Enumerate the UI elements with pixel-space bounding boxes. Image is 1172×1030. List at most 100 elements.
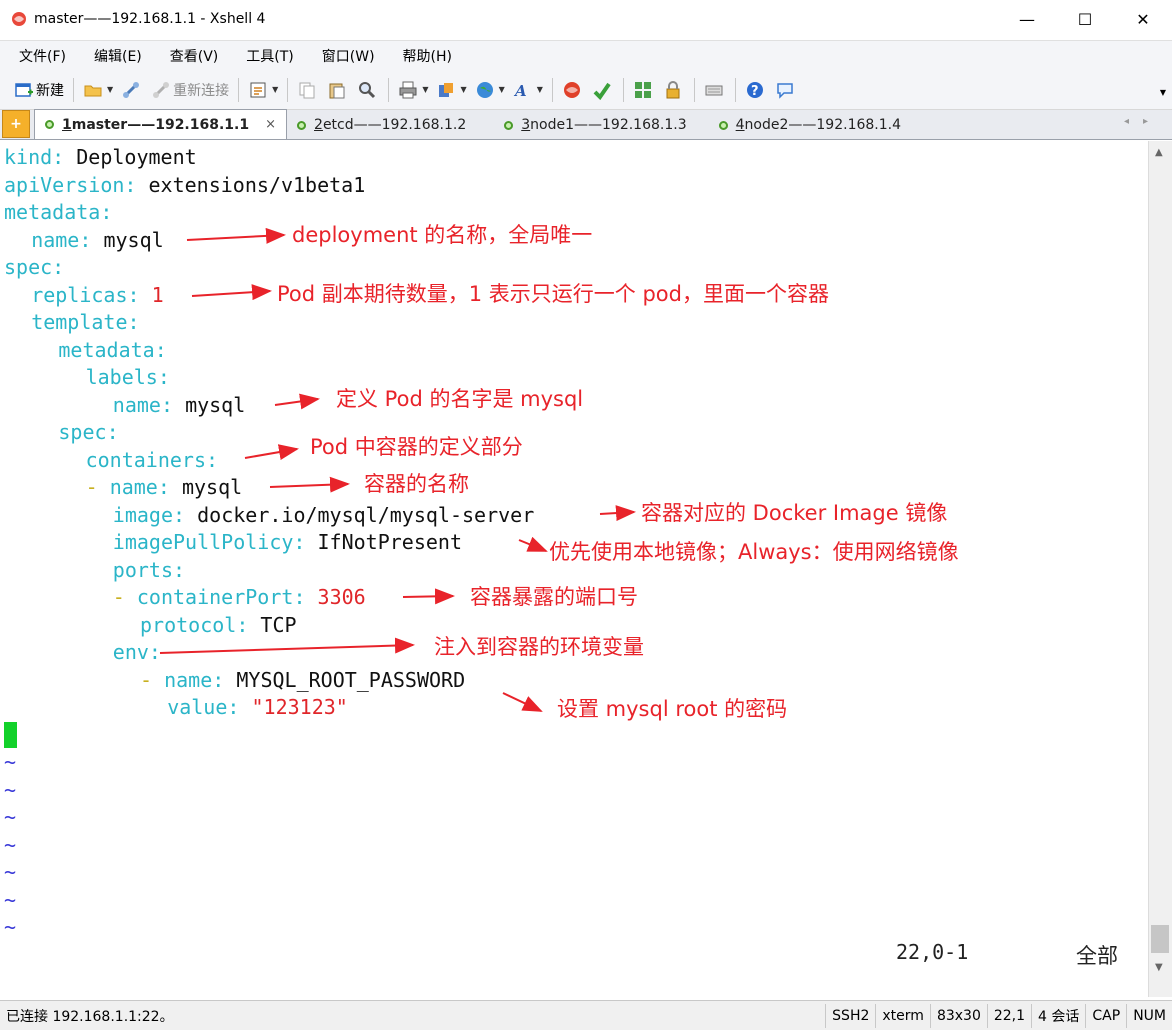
protocol-indicator: SSH2 <box>825 1003 875 1028</box>
window-title: master——192.168.1.1 - Xshell 4 <box>34 11 266 27</box>
terminal-type: xterm <box>875 1003 930 1028</box>
reconnect-button[interactable]: 重新连接 <box>147 76 233 104</box>
dropdown-arrow-icon: ▼ <box>460 85 467 94</box>
annotation-arrow <box>191 284 272 301</box>
annotation-container-port: 容器暴露的端口号 <box>470 585 638 609</box>
maximize-button[interactable]: ☐ <box>1056 0 1114 38</box>
connect-button[interactable] <box>117 76 147 104</box>
svg-text:?: ? <box>751 84 759 99</box>
menu-bar: 文件(F) 编辑(E) 查看(V) 工具(T) 窗口(W) 帮助(H) <box>0 40 1172 70</box>
add-session-icon[interactable]: + <box>2 110 30 138</box>
toolbar-separator <box>734 77 736 102</box>
minimize-button[interactable]: — <box>998 0 1056 38</box>
keyboard-icon <box>705 85 723 95</box>
reconnect-icon <box>153 81 170 98</box>
menu-file[interactable]: 文件(F) <box>14 44 71 68</box>
annotation-arrow <box>186 227 286 244</box>
toolbar-separator <box>238 77 240 102</box>
session-count: 4 会话 <box>1031 1003 1085 1028</box>
reconnect-label: 重新连接 <box>173 82 230 99</box>
connection-status: 已连接 192.168.1.1:22。 <box>6 1008 174 1025</box>
help-icon: ? <box>746 81 763 99</box>
tab-number: 3 <box>521 117 531 133</box>
menu-help[interactable]: 帮助(H) <box>398 44 457 68</box>
annotation-replicas: Pod 副本期待数量，1 表示只运行一个 pod，里面一个容器 <box>277 282 829 306</box>
tab-number: 2 <box>314 117 323 133</box>
dropdown-arrow-icon: ▼ <box>498 85 505 94</box>
toolbar-separator <box>693 77 695 102</box>
annotation-deployment-name: deployment 的名称，全局唯一 <box>292 223 593 247</box>
dropdown-arrow-icon: ▼ <box>422 85 429 94</box>
session-tab-bar: + 1 master——192.168.1.1 × 2 etcd——192.16… <box>0 109 1172 140</box>
annotation-root-password: 设置 mysql root 的密码 <box>557 697 788 721</box>
tab-number: 1 <box>62 116 72 133</box>
connected-status-icon <box>45 120 54 129</box>
tab-label: node1——192.168.1.3 <box>530 117 687 133</box>
menu-edit[interactable]: 编辑(E) <box>89 44 147 68</box>
new-session-label: 新建 <box>36 82 64 99</box>
scroll-down-icon[interactable]: ▼ <box>1155 962 1163 973</box>
tab-number: 4 <box>735 117 745 133</box>
toolbar-separator <box>287 77 289 102</box>
print-button[interactable]: ▼ <box>394 76 432 104</box>
annotation-pull-policy: 优先使用本地镜像；Always：使用网络镜像 <box>549 540 959 564</box>
connected-status-icon <box>297 120 307 130</box>
paste-button[interactable] <box>323 76 353 104</box>
file-transfer-icon <box>439 82 454 97</box>
menu-view[interactable]: 查看(V) <box>165 44 224 68</box>
connected-status-icon <box>718 120 728 130</box>
annotation-arrow <box>244 444 299 460</box>
tab-node1[interactable]: 3 node1——192.168.1.3 <box>494 111 696 139</box>
close-button[interactable]: ✕ <box>1114 0 1172 38</box>
new-session-button[interactable]: 新建 <box>10 76 68 104</box>
scroll-thumb[interactable] <box>1151 925 1169 953</box>
terminal-size: 83x30 <box>929 1003 987 1028</box>
menu-window[interactable]: 窗口(W) <box>317 44 380 68</box>
cursor-position: 22,1 <box>986 1003 1031 1028</box>
layout-button[interactable] <box>629 76 659 104</box>
help-button[interactable]: ? <box>741 76 771 104</box>
annotation-arrow <box>274 393 320 410</box>
chat-button[interactable] <box>771 76 801 104</box>
tab-node2[interactable]: 4 node2——192.168.1.4 <box>709 111 911 139</box>
paste-icon <box>329 83 345 98</box>
annotation-arrow <box>599 505 636 522</box>
properties-icon <box>250 82 266 97</box>
scroll-up-icon[interactable]: ▲ <box>1155 147 1163 158</box>
properties-button[interactable]: ▼ <box>244 76 282 104</box>
xshell-logo-icon <box>12 12 26 26</box>
annotation-arrow <box>402 588 455 605</box>
annotation-arrow <box>502 692 543 712</box>
dropdown-arrow-icon: ▼ <box>107 85 114 94</box>
vertical-scrollbar[interactable]: ▲ ▼ <box>1148 141 1172 997</box>
transfer-button[interactable]: ▼ <box>432 76 470 104</box>
caps-lock-indicator: CAP <box>1085 1003 1126 1028</box>
dropdown-arrow-icon: ▼ <box>536 85 543 94</box>
grid-layout-icon <box>634 81 651 98</box>
globe-button[interactable]: ▼ <box>471 76 509 104</box>
terminal-area[interactable]: kind: Deployment apiVersion: extensions/v… <box>0 141 1148 997</box>
lock-button[interactable] <box>659 76 689 104</box>
tab-close-icon[interactable]: × <box>265 117 276 132</box>
font-icon: A <box>513 82 527 100</box>
new-session-icon <box>15 82 33 97</box>
keyboard-button[interactable] <box>700 76 730 104</box>
xftp-button[interactable] <box>588 76 618 104</box>
toolbar-overflow-icon[interactable]: ▼ <box>1160 88 1166 97</box>
font-button[interactable]: A ▼ <box>509 76 547 104</box>
annotation-arrow <box>518 536 548 552</box>
tab-scroll-arrows-icon[interactable]: ◂▸ <box>1124 116 1162 127</box>
tab-label: node2——192.168.1.4 <box>744 117 902 133</box>
open-folder-button[interactable]: ▼ <box>79 76 117 104</box>
tab-master[interactable]: 1 master——192.168.1.1 × <box>34 109 288 139</box>
menu-tools[interactable]: 工具(T) <box>241 44 298 68</box>
lock-icon <box>666 80 680 98</box>
xshell-button[interactable] <box>558 76 588 104</box>
find-button[interactable] <box>353 76 383 104</box>
folder-icon <box>84 85 102 96</box>
annotation-pod-name: 定义 Pod 的名字是 mysql <box>336 387 584 411</box>
tab-etcd[interactable]: 2 etcd——192.168.1.2 <box>287 111 476 139</box>
toolbar-separator <box>73 77 74 102</box>
copy-button[interactable] <box>293 76 323 104</box>
speech-bubble-icon <box>777 82 793 99</box>
